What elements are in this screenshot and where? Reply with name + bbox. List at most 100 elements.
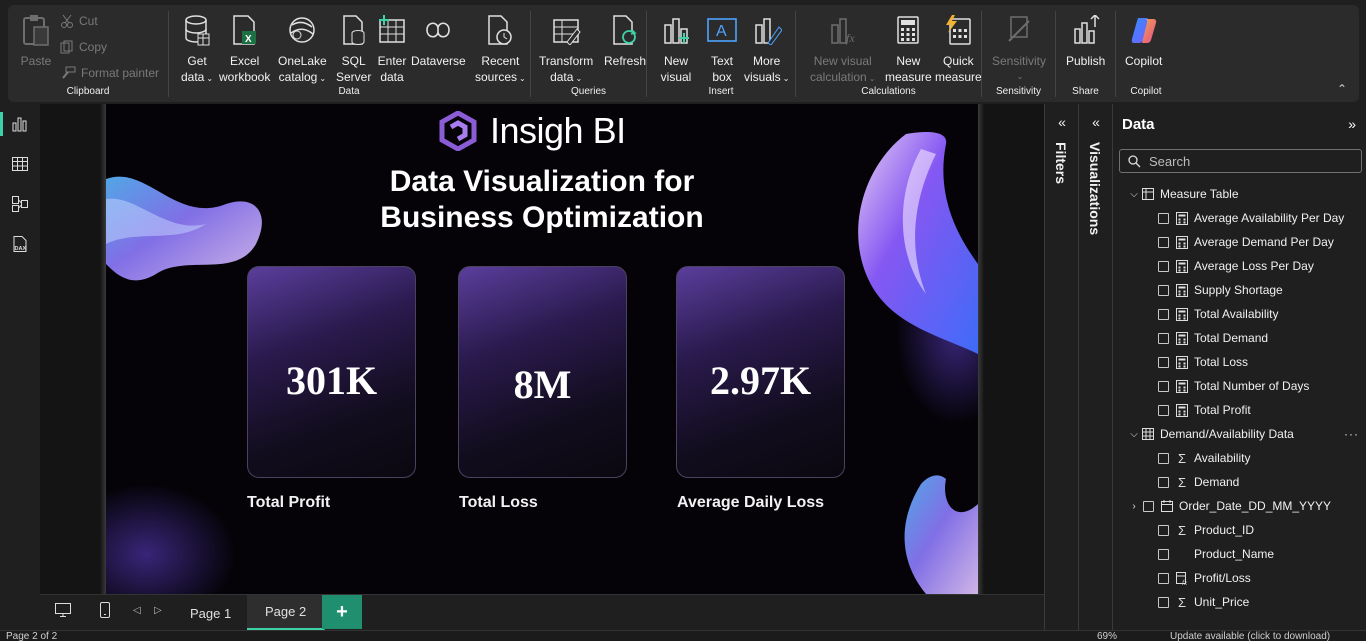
field-checkbox[interactable] <box>1158 524 1169 536</box>
field-row[interactable]: Σ Product_ID <box>1143 518 1366 542</box>
kpi-card-total-profit[interactable]: 301K <box>247 266 416 478</box>
visualizations-pane-label[interactable]: Visualizations <box>1087 142 1103 235</box>
dataverse-button[interactable]: Dataverse <box>411 13 466 69</box>
visualizations-pane[interactable]: « Visualizations <box>1078 104 1112 630</box>
field-checkbox[interactable] <box>1158 308 1169 320</box>
field-row[interactable]: Σ Unit_Price <box>1143 590 1366 614</box>
publish-button[interactable]: Publish <box>1066 13 1105 69</box>
transform-data-button[interactable]: Transform data ⌄ <box>539 13 593 87</box>
table-node-measure-table[interactable]: ⌵ Measure Table <box>1127 182 1366 206</box>
field-checkbox[interactable] <box>1158 452 1169 464</box>
expand-chevron-icon[interactable]: › <box>1127 501 1141 512</box>
field-checkbox[interactable] <box>1158 332 1169 344</box>
refresh-button[interactable]: Refresh <box>604 13 646 69</box>
onelake-catalog-button[interactable]: OneLake catalog ⌄ <box>278 13 327 87</box>
field-row[interactable]: Total Profit <box>1158 398 1366 422</box>
field-checkbox[interactable] <box>1158 404 1169 416</box>
field-row[interactable]: Supply Shortage <box>1158 278 1366 302</box>
copy-button[interactable]: Copy <box>60 40 107 54</box>
format-painter-button[interactable]: Format painter <box>60 66 159 80</box>
field-row[interactable]: Average Demand Per Day <box>1158 230 1366 254</box>
field-checkbox[interactable] <box>1158 284 1169 296</box>
field-row[interactable]: Total Number of Days <box>1158 374 1366 398</box>
mobile-layout-icon[interactable] <box>98 601 112 622</box>
field-checkbox[interactable] <box>1143 500 1154 512</box>
sensitivity-button[interactable]: Sensitivity ⌄ <box>992 13 1046 85</box>
expand-visualizations-chevron-icon[interactable]: « <box>1079 114 1113 130</box>
new-visual-calculation-button[interactable]: fx New visual calculation ⌄ <box>810 13 875 87</box>
field-checkbox[interactable] <box>1158 548 1169 560</box>
new-visual-button[interactable]: New visual <box>660 13 692 85</box>
kpi-label: Average Daily Loss <box>677 494 825 511</box>
field-row[interactable]: Σ Demand <box>1143 470 1366 494</box>
field-checkbox[interactable] <box>1158 476 1169 488</box>
update-available-link[interactable]: Update available (click to download) <box>1170 631 1330 641</box>
field-checkbox[interactable] <box>1158 572 1169 584</box>
excel-workbook-button[interactable]: X Excel workbook <box>219 13 270 85</box>
copy-icon <box>60 40 73 54</box>
search-input[interactable] <box>1149 153 1349 169</box>
collapse-ribbon-chevron-icon[interactable]: ⌃ <box>1337 82 1347 96</box>
filters-pane-label[interactable]: Filters <box>1053 142 1069 184</box>
paste-button[interactable]: Paste <box>20 13 52 69</box>
get-data-button[interactable]: Get data ⌄ <box>181 13 213 87</box>
copilot-button[interactable]: Copilot <box>1125 13 1162 69</box>
more-visuals-button[interactable]: More visuals ⌄ <box>744 13 789 87</box>
field-row[interactable]: Total Demand <box>1158 326 1366 350</box>
table-view-icon[interactable] <box>0 146 40 182</box>
scroll-left-icon[interactable]: ◁ <box>133 605 141 616</box>
calculator-icon <box>1175 403 1189 417</box>
report-page[interactable]: Insigh BI Data Visualization for Busines… <box>106 104 978 594</box>
table-icon <box>1141 427 1155 441</box>
field-checkbox[interactable] <box>1158 356 1169 368</box>
report-view-icon[interactable] <box>0 106 40 142</box>
field-checkbox[interactable] <box>1158 236 1169 248</box>
field-row[interactable]: Average Availability Per Day <box>1158 206 1366 230</box>
scroll-right-icon[interactable]: ▷ <box>154 605 162 616</box>
table-node-demand-availability-data[interactable]: ⌵ Demand/Availability Data ··· <box>1127 422 1366 446</box>
field-row[interactable]: Σ Availability <box>1143 446 1366 470</box>
sql-server-button[interactable]: SQL Server <box>336 13 371 85</box>
collapse-chevron-icon[interactable]: ⌵ <box>1127 429 1141 440</box>
zoom-level[interactable]: 69% <box>1097 631 1117 641</box>
field-checkbox[interactable] <box>1158 380 1169 392</box>
expand-filters-chevron-icon[interactable]: « <box>1045 114 1079 130</box>
field-checkbox[interactable] <box>1158 596 1169 608</box>
field-row[interactable]: fx Profit/Loss <box>1143 566 1366 590</box>
kpi-card-total-loss[interactable]: 8M <box>458 266 627 478</box>
quick-measure-button[interactable]: Quick measure <box>935 13 982 85</box>
calculator-icon <box>1175 355 1189 369</box>
new-measure-button[interactable]: New measure <box>885 13 932 85</box>
kpi-card-average-daily-loss[interactable]: 2.97K <box>676 266 845 478</box>
page-indicator: Page 2 of 2 <box>6 631 58 641</box>
queries-group: Transform data ⌄ Refresh Queries <box>531 5 646 102</box>
data-search-box[interactable] <box>1119 149 1362 173</box>
table-add-icon <box>376 13 408 47</box>
filters-pane[interactable]: « Filters <box>1044 104 1078 630</box>
field-row[interactable]: Total Loss <box>1158 350 1366 374</box>
recent-sources-button[interactable]: Recent sources ⌄ <box>475 13 526 87</box>
field-row[interactable]: › Order_Date_DD_MM_YYYY <box>1132 494 1366 518</box>
collapse-chevron-icon[interactable]: ⌵ <box>1127 189 1141 200</box>
enter-data-button[interactable]: Enter data <box>376 13 408 85</box>
data-group: Get data ⌄ X Excel workbook OneLake catal… <box>169 5 529 102</box>
svg-text:A: A <box>716 23 727 40</box>
field-row[interactable]: Average Loss Per Day <box>1158 254 1366 278</box>
sensitivity-group-label: Sensitivity <box>995 86 1041 97</box>
field-checkbox[interactable] <box>1158 212 1169 224</box>
cut-button[interactable]: Cut <box>60 14 98 28</box>
text-box-button[interactable]: A Text box <box>706 13 738 85</box>
model-view-icon[interactable] <box>0 186 40 222</box>
add-page-button[interactable]: + <box>322 595 362 629</box>
excel-icon: X <box>229 13 261 47</box>
field-row[interactable]: Product_Name <box>1143 542 1366 566</box>
view-rail: DAX <box>0 104 40 630</box>
tab-page-2[interactable]: Page 2 <box>247 595 326 631</box>
dax-query-view-icon[interactable]: DAX <box>0 226 40 262</box>
more-options-icon[interactable]: ··· <box>1344 427 1359 441</box>
field-checkbox[interactable] <box>1158 260 1169 272</box>
field-row[interactable]: Total Availability <box>1158 302 1366 326</box>
collapse-data-pane-chevron-icon[interactable]: » <box>1348 116 1356 132</box>
tab-page-1[interactable]: Page 1 <box>172 595 251 631</box>
desktop-layout-icon[interactable] <box>54 601 72 622</box>
